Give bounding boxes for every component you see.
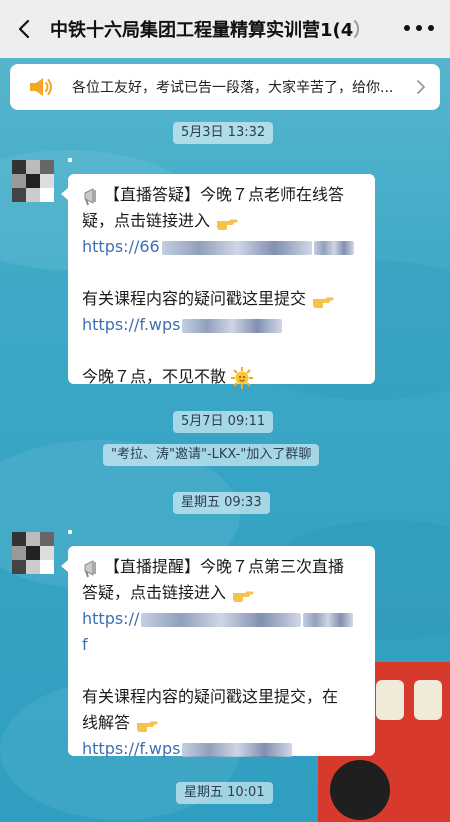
message-line: 答疑，点击链接进入 (82, 580, 363, 606)
announcement-text: 各位工友好，考试已告一段落，大家辛苦了，给你... (72, 80, 394, 96)
link[interactable]: https://66 (82, 234, 363, 260)
message-bubble[interactable]: 【直播提醒】今晚７点第三次直播 答疑，点击链接进入 https:// f 有关课… (61, 546, 375, 758)
message-line: 有关课程内容的疑问戳这里提交 (82, 286, 363, 312)
link[interactable]: f (82, 632, 363, 658)
message-line: 有关课程内容的疑问戳这里提交，在 (82, 687, 339, 706)
message-line: 疑，点击链接进入 (82, 208, 363, 234)
sender-name (68, 158, 72, 162)
message-line: 【直播答疑】今晚７点老师在线答 (82, 182, 363, 208)
message-bubble[interactable]: 【直播答疑】今晚７点老师在线答 疑，点击链接进入 https://66 有关课程… (61, 174, 375, 389)
chevron-right-icon (417, 80, 425, 94)
link[interactable]: https:// (82, 606, 363, 632)
message-line: 线解答 (82, 710, 363, 736)
chat-header: 中铁十六局集团工程量精算实训营1(4） (0, 0, 450, 58)
system-message: "考拉、涛"邀请"-LKX-"加入了群聊 (103, 444, 320, 466)
timestamp: 星期五 10:01 (176, 782, 273, 804)
message-line: 今晚７点，不见不散 (82, 364, 363, 390)
pointing-hand-icon (313, 297, 334, 308)
sender-name (68, 530, 72, 534)
group-announcement-bar[interactable]: 各位工友好，考试已告一段落，大家辛苦了，给你... (10, 64, 440, 110)
pointing-hand-icon (233, 591, 254, 602)
speaker-icon (30, 78, 52, 96)
sun-face-icon (231, 366, 254, 389)
page-title: 中铁十六局集团工程量精算实训营1(4） (50, 20, 372, 41)
megaphone-icon (84, 187, 96, 205)
timestamp: 星期五 09:33 (173, 492, 270, 514)
link[interactable]: https://f.wps (82, 736, 363, 762)
avatar[interactable] (12, 160, 54, 202)
timestamp: 5月7日 09:11 (173, 411, 274, 433)
pointing-hand-icon (217, 219, 238, 230)
link[interactable]: https://f.wps (82, 312, 363, 338)
timestamp: 5月3日 13:32 (173, 122, 274, 144)
chevron-left-icon[interactable] (14, 18, 36, 40)
megaphone-icon (84, 559, 96, 577)
pointing-hand-icon (137, 721, 158, 732)
message-line: 【直播提醒】今晚７点第三次直播 (82, 554, 363, 580)
avatar[interactable] (12, 532, 54, 574)
more-dots-icon[interactable] (404, 21, 434, 35)
